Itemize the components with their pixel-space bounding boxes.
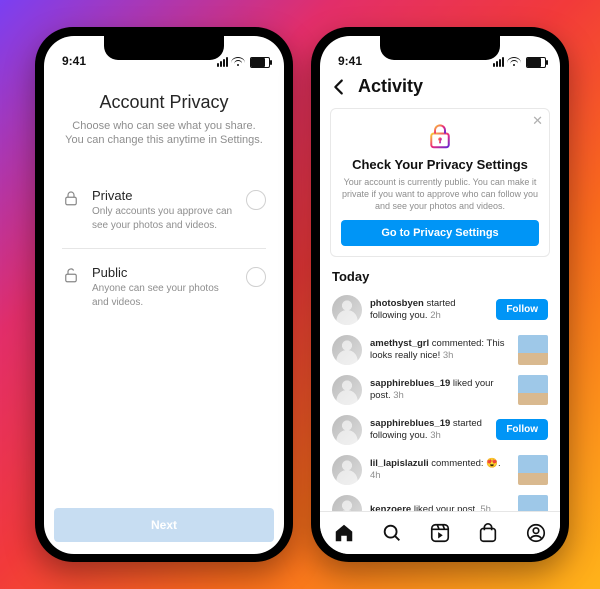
lock-closed-icon — [62, 189, 80, 212]
close-icon[interactable]: ✕ — [532, 113, 543, 129]
lock-gradient-icon — [341, 121, 539, 151]
device-notch — [380, 36, 500, 60]
device-notch — [104, 36, 224, 60]
activity-item[interactable]: sapphireblues_19 started following you. … — [332, 410, 548, 450]
activity-item[interactable]: sapphireblues_19 liked your post. 3h — [332, 370, 548, 410]
tab-shop[interactable] — [477, 522, 499, 544]
go-to-privacy-settings-button[interactable]: Go to Privacy Settings — [341, 220, 539, 246]
avatar[interactable] — [332, 335, 362, 365]
tab-search[interactable] — [381, 522, 403, 544]
avatar[interactable] — [332, 295, 362, 325]
post-thumbnail[interactable] — [518, 455, 548, 485]
tab-reels[interactable] — [429, 522, 451, 544]
tab-bar — [320, 511, 560, 554]
status-time: 9:41 — [62, 54, 86, 68]
post-thumbnail[interactable] — [518, 335, 548, 365]
activity-item[interactable]: amethyst_grl commented: This looks reall… — [332, 330, 548, 370]
radio-private[interactable] — [246, 190, 266, 210]
option-private[interactable]: Private Only accounts you approve can se… — [62, 182, 266, 248]
page-title: Account Privacy — [62, 92, 266, 113]
activity-feed: photosbyen started following you. 2h Foll… — [320, 290, 560, 530]
section-today: Today — [320, 267, 560, 290]
battery-icon — [250, 57, 270, 68]
activity-item[interactable]: lil_lapislazuli commented: 😍. 4h — [332, 450, 548, 490]
option-private-desc: Only accounts you approve can see your p… — [92, 205, 234, 232]
wifi-icon — [507, 57, 521, 67]
activity-text: photosbyen started following you. 2h — [370, 298, 488, 322]
header-title: Activity — [358, 76, 423, 97]
lock-open-icon — [62, 266, 80, 289]
avatar[interactable] — [332, 375, 362, 405]
radio-public[interactable] — [246, 267, 266, 287]
follow-button[interactable]: Follow — [496, 419, 548, 440]
wifi-icon — [231, 57, 245, 67]
next-button[interactable]: Next — [54, 508, 274, 542]
avatar[interactable] — [332, 415, 362, 445]
activity-text: lil_lapislazuli commented: 😍. 4h — [370, 458, 510, 482]
option-private-label: Private — [92, 188, 234, 203]
post-thumbnail[interactable] — [518, 375, 548, 405]
card-title: Check Your Privacy Settings — [341, 157, 539, 172]
tab-home[interactable] — [333, 522, 355, 544]
back-button[interactable] — [328, 76, 350, 98]
signal-icon — [217, 57, 228, 67]
next-button-label: Next — [151, 518, 177, 532]
battery-icon — [526, 57, 546, 68]
status-time: 9:41 — [338, 54, 362, 68]
activity-text: sapphireblues_19 started following you. … — [370, 418, 488, 442]
activity-text: amethyst_grl commented: This looks reall… — [370, 338, 510, 362]
privacy-card: ✕ Check Your Privacy Settings Your accou… — [330, 108, 550, 257]
option-public-label: Public — [92, 265, 234, 280]
cta-label: Go to Privacy Settings — [381, 227, 498, 239]
activity-text: sapphireblues_19 liked your post. 3h — [370, 378, 510, 402]
signal-icon — [493, 57, 504, 67]
option-public-desc: Anyone can see your photos and videos. — [92, 282, 234, 309]
card-body: Your account is currently public. You ca… — [341, 176, 539, 212]
page-subtitle: Choose who can see what you share. You c… — [62, 119, 266, 149]
page-header: Activity — [320, 70, 560, 106]
phone-mockup-left: 9:41 Account Privacy Choose who can see … — [35, 27, 293, 562]
option-public[interactable]: Public Anyone can see your photos and vi… — [62, 248, 266, 325]
avatar[interactable] — [332, 455, 362, 485]
tab-profile[interactable] — [525, 522, 547, 544]
activity-item[interactable]: photosbyen started following you. 2h Foll… — [332, 290, 548, 330]
phone-mockup-right: 9:41 Activity ✕ — [311, 27, 569, 562]
follow-button[interactable]: Follow — [496, 299, 548, 320]
